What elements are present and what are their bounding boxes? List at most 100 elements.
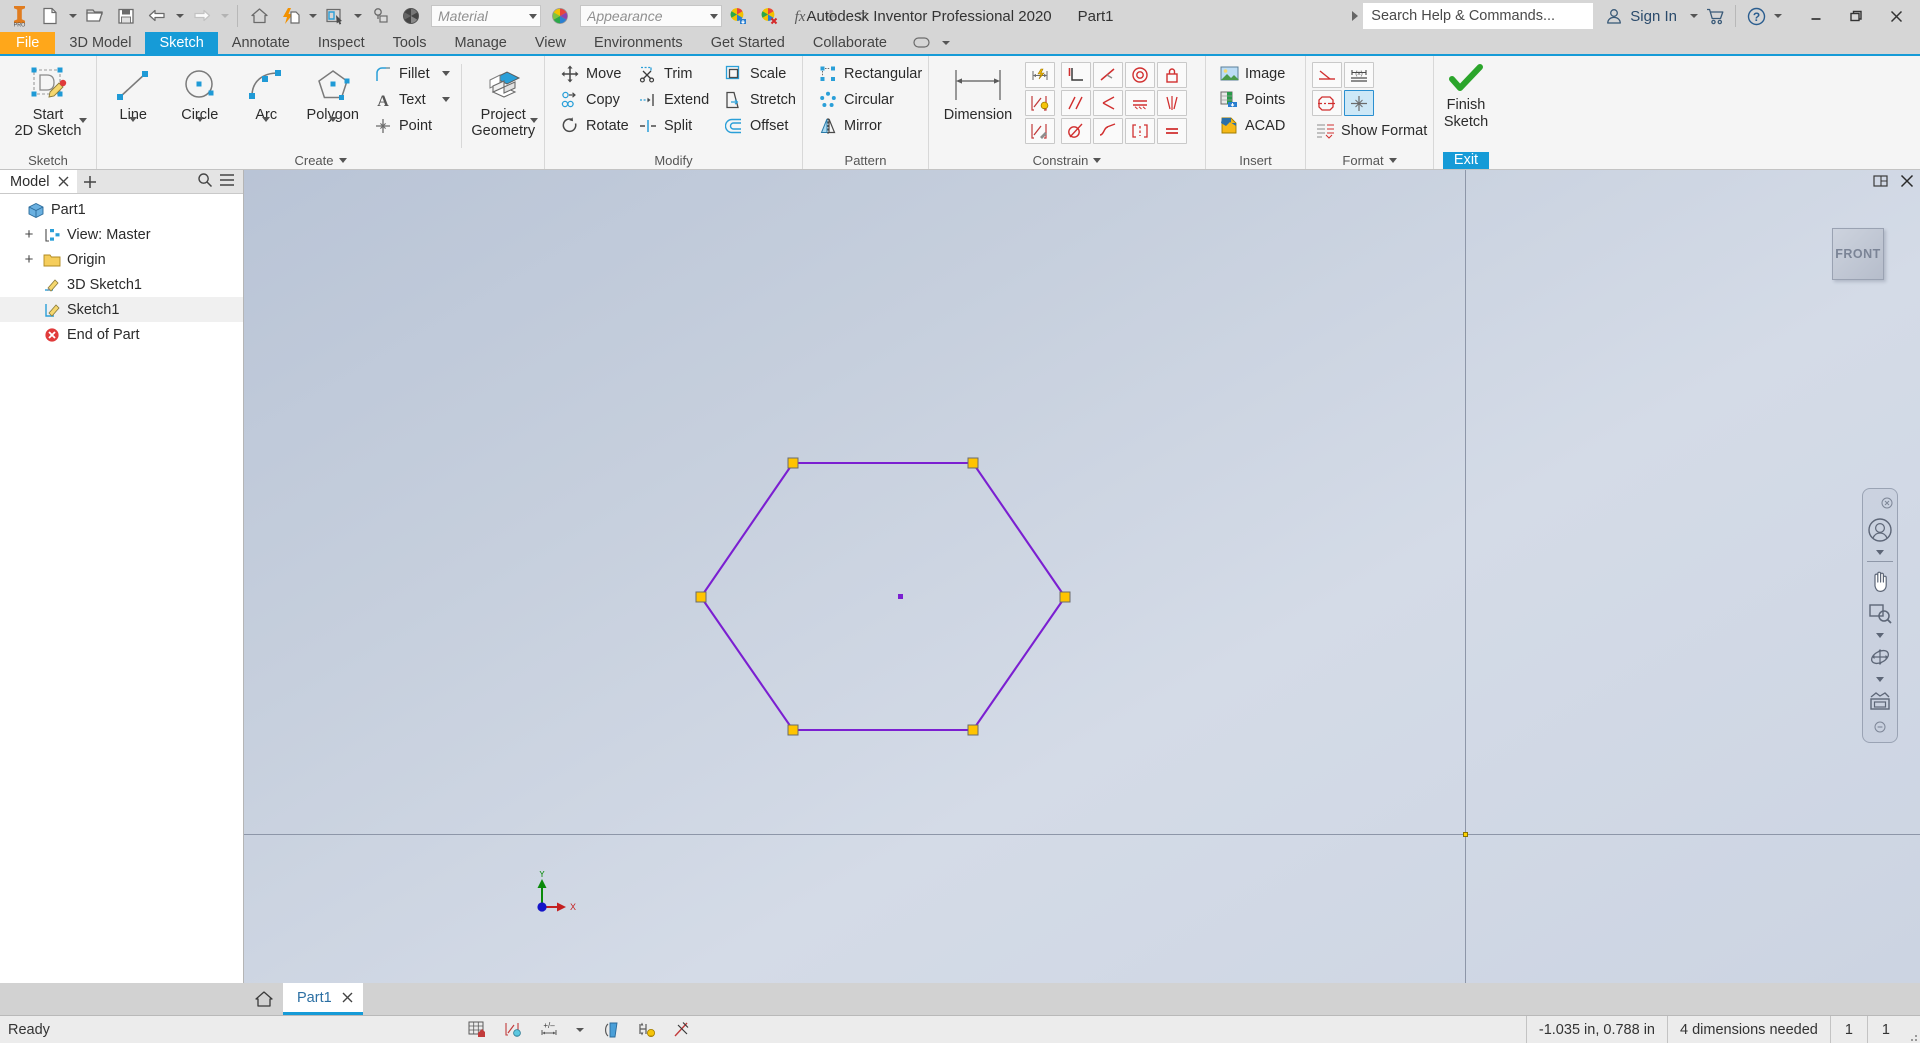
open-folder-icon[interactable]: [80, 2, 110, 30]
select-box-icon[interactable]: [320, 2, 350, 30]
redo-arrow-icon[interactable]: [187, 2, 217, 30]
fx-icon[interactable]: fx: [785, 2, 815, 30]
undo-arrow-icon[interactable]: [142, 2, 172, 30]
home-icon[interactable]: [244, 2, 274, 30]
tab-tools[interactable]: Tools: [379, 32, 441, 54]
search-expand-icon[interactable]: [1347, 11, 1363, 21]
minimize-icon[interactable]: [1796, 1, 1836, 31]
lightning-update-icon[interactable]: [275, 2, 305, 30]
dimension-display-icon[interactable]: +/–: [538, 1019, 562, 1041]
stretch-button[interactable]: Stretch: [717, 87, 803, 112]
appearance-update-icon[interactable]: [723, 2, 753, 30]
tree-node-sketch1[interactable]: Sketch1: [0, 297, 243, 322]
tree-node-view-master[interactable]: + View: Master: [0, 222, 243, 247]
rotate-button[interactable]: Rotate: [553, 113, 629, 138]
slice-graphics-icon[interactable]: [599, 1019, 623, 1041]
project-geometry-button[interactable]: Project Geometry: [466, 60, 541, 140]
help-dropdown-arrow[interactable]: [1771, 2, 1784, 30]
navbar-minimize-icon[interactable]: [1874, 720, 1886, 737]
zoom-dropdown-arrow[interactable]: [1876, 630, 1884, 640]
ribbon-display-options[interactable]: [913, 32, 952, 54]
tree-node-origin[interactable]: + Origin: [0, 247, 243, 272]
grid-snap-icon[interactable]: [466, 1019, 490, 1041]
move-button[interactable]: Move: [553, 61, 629, 86]
fix-constraint-icon[interactable]: [1157, 62, 1187, 88]
navbar-close-icon[interactable]: [1881, 496, 1893, 513]
graphics-viewport[interactable]: FRONT: [244, 170, 1920, 983]
home-icon[interactable]: [245, 983, 283, 1015]
copy-button[interactable]: Copy: [553, 87, 629, 112]
horizontal-constraint-icon[interactable]: [1093, 62, 1123, 88]
help-question-icon[interactable]: ?: [1741, 2, 1771, 30]
driven-dimension-icon[interactable]: (x): [1344, 62, 1374, 88]
orbit-dropdown-arrow[interactable]: [1876, 674, 1884, 684]
resize-grip[interactable]: [1904, 1016, 1920, 1043]
rectangular-pattern-button[interactable]: Rectangular: [811, 61, 927, 86]
close-icon[interactable]: [342, 990, 353, 1006]
search-input[interactable]: Search Help & Commands...: [1363, 3, 1593, 29]
new-file-icon[interactable]: [35, 2, 65, 30]
smooth-constraint-icon[interactable]: [1093, 118, 1123, 144]
perpendicular-constraint-icon[interactable]: [1061, 62, 1091, 88]
chevron-down-icon[interactable]: [939, 29, 952, 57]
pan-hand-icon[interactable]: [1864, 566, 1896, 596]
chevron-down-icon[interactable]: [529, 14, 537, 19]
construction-line-icon[interactable]: [1312, 62, 1342, 88]
new-file-dropdown-arrow[interactable]: [66, 2, 79, 30]
sign-in-button[interactable]: Sign In: [1593, 7, 1687, 25]
arc-button[interactable]: Arc: [233, 60, 300, 124]
tab-view[interactable]: View: [521, 32, 580, 54]
vertical-constraint-icon[interactable]: [1125, 118, 1155, 144]
fillet-button[interactable]: Fillet: [366, 61, 457, 86]
app-logo-icon[interactable]: PRO: [4, 2, 34, 30]
document-tab-part1[interactable]: Part1: [283, 983, 363, 1015]
redo-dropdown-arrow[interactable]: [218, 2, 231, 30]
show-constraints-icon[interactable]: [1025, 90, 1055, 116]
auto-dimension-icon[interactable]: [1025, 62, 1055, 88]
tab-environments[interactable]: Environments: [580, 32, 697, 54]
mirror-button[interactable]: Mirror: [811, 113, 927, 138]
start-2d-sketch-button[interactable]: Start 2D Sketch: [4, 60, 92, 140]
show-all-constraints-icon[interactable]: [502, 1019, 526, 1041]
equal-constraint-icon[interactable]: [1157, 118, 1187, 144]
material-selector[interactable]: Material: [431, 5, 541, 27]
tab-get-started[interactable]: Get Started: [697, 32, 799, 54]
points-button[interactable]: Points: [1212, 87, 1302, 112]
hexagon-sketch-geometry[interactable]: [244, 170, 1920, 983]
chevron-down-icon[interactable]: [79, 118, 87, 123]
restore-panel-icon[interactable]: [1873, 174, 1888, 188]
appearance-clear-icon[interactable]: [754, 2, 784, 30]
chevron-down-icon[interactable]: [329, 117, 337, 122]
shopping-cart-icon[interactable]: [1700, 2, 1730, 30]
scale-button[interactable]: Scale: [717, 61, 803, 86]
orbit-icon[interactable]: [1864, 642, 1896, 672]
show-format-button[interactable]: Show Format: [1312, 118, 1434, 143]
chevron-down-icon[interactable]: [339, 158, 347, 163]
acad-button[interactable]: ACAD: [1212, 113, 1302, 138]
full-navigation-wheel-icon[interactable]: [1864, 515, 1896, 545]
construction-display-icon[interactable]: [671, 1019, 695, 1041]
view-cube[interactable]: FRONT: [1832, 228, 1884, 280]
offset-button[interactable]: Offset: [717, 113, 803, 138]
image-button[interactable]: Image: [1212, 61, 1302, 86]
select-dropdown-arrow[interactable]: [351, 2, 364, 30]
tab-file[interactable]: File: [0, 32, 55, 54]
restore-icon[interactable]: [1836, 1, 1876, 31]
tree-expander[interactable]: +: [22, 226, 36, 243]
chevron-down-icon[interactable]: [1093, 158, 1101, 163]
tree-expander[interactable]: +: [22, 251, 36, 268]
chevron-down-icon[interactable]: [710, 14, 718, 19]
polygon-button[interactable]: Polygon: [300, 60, 367, 124]
constraint-settings-icon[interactable]: [1025, 118, 1055, 144]
chevron-down-icon[interactable]: [262, 117, 270, 122]
parallel-constraint-icon[interactable]: [1061, 90, 1091, 116]
dimension-display-dropdown-arrow[interactable]: [574, 1016, 587, 1043]
point-button[interactable]: Point: [366, 113, 457, 138]
overflow-caret-icon[interactable]: [847, 2, 877, 30]
centerline-icon[interactable]: [1312, 90, 1342, 116]
appearance-color-wheel-icon[interactable]: [545, 2, 575, 30]
dimension-button[interactable]: Dimension: [935, 60, 1021, 124]
zoom-window-icon[interactable]: [1864, 598, 1896, 628]
chevron-down-icon[interactable]: [530, 118, 538, 123]
tab-annotate[interactable]: Annotate: [218, 32, 304, 54]
